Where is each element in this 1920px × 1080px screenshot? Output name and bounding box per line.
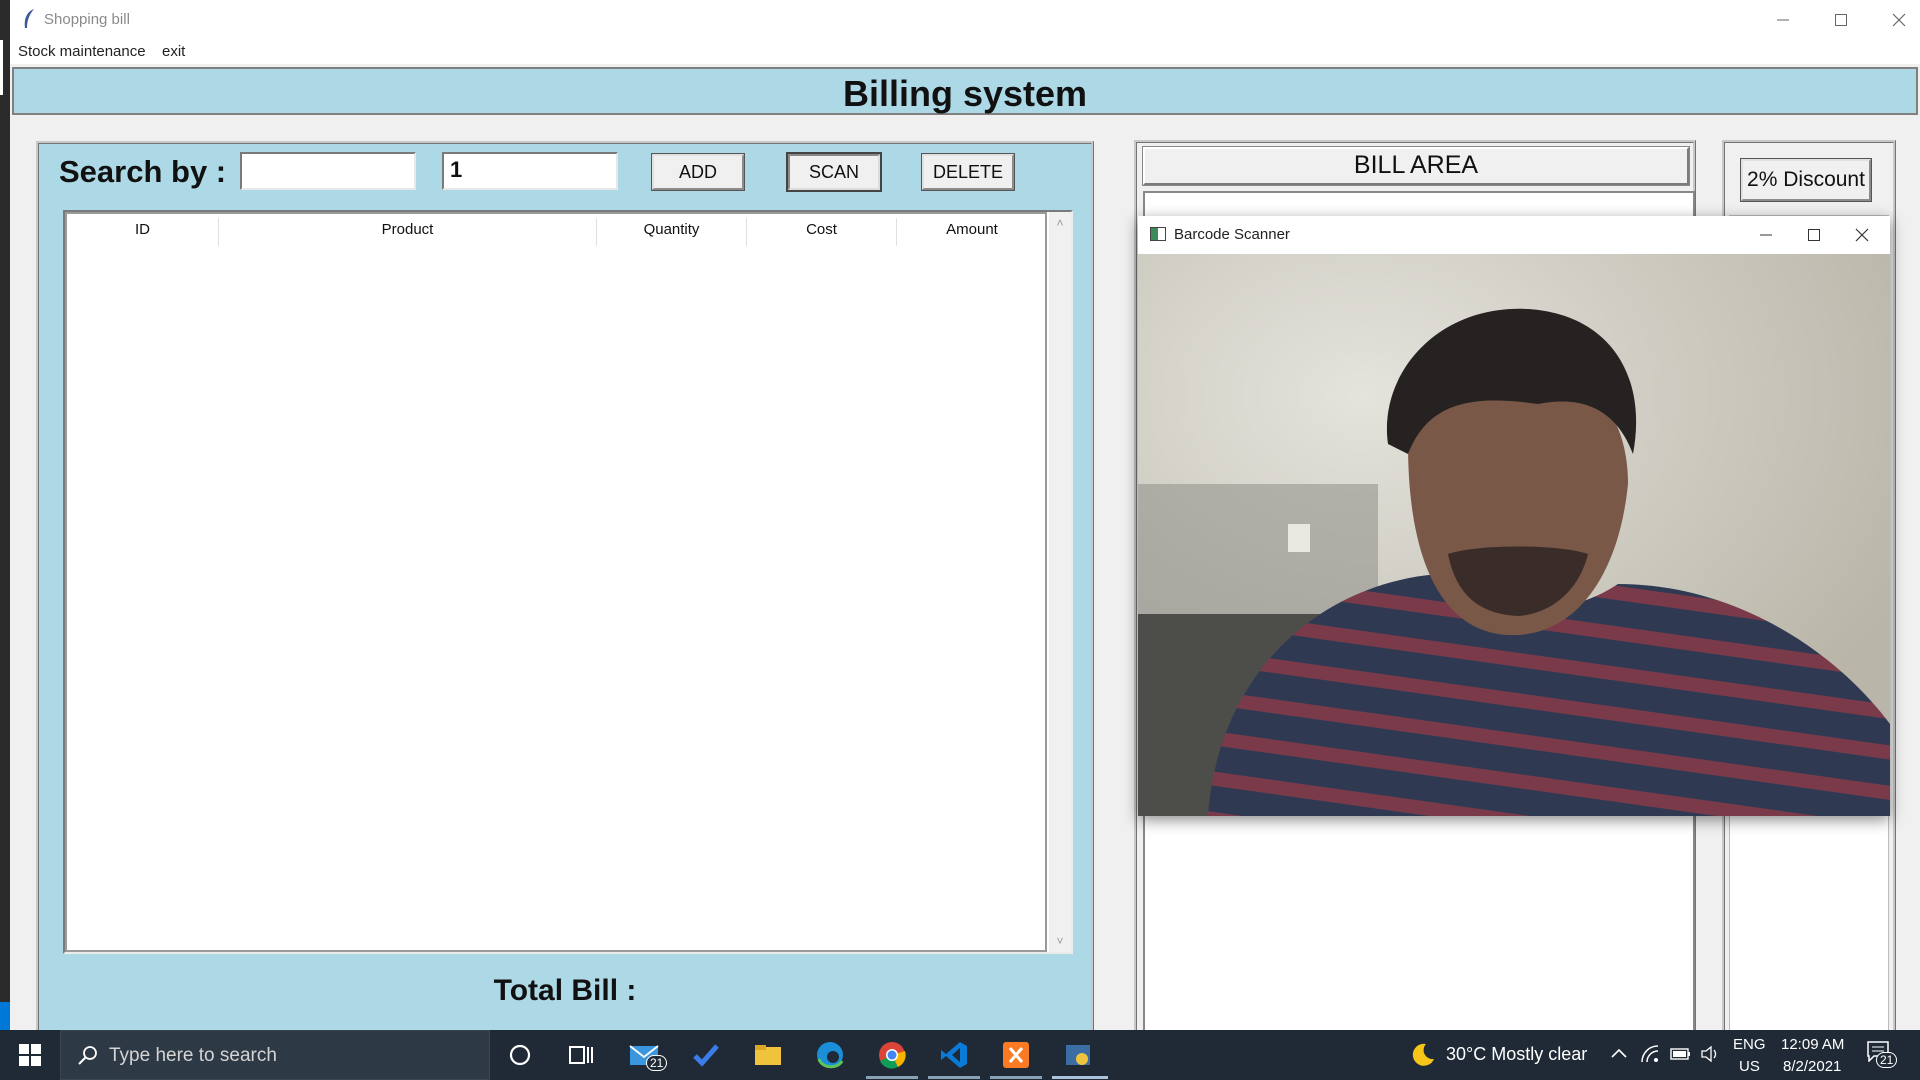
chrome-icon[interactable]: [876, 1039, 908, 1071]
column-header-amount[interactable]: Amount: [897, 218, 1047, 246]
scanner-title-bar[interactable]: Barcode Scanner: [1138, 216, 1890, 254]
task-view-icon[interactable]: [564, 1039, 596, 1071]
taskbar-search[interactable]: Type here to search: [60, 1030, 490, 1080]
scanner-close-button[interactable]: [1838, 216, 1886, 254]
barcode-scanner-window[interactable]: Barcode Scanner: [1138, 216, 1890, 816]
vertical-scrollbar[interactable]: ˄ ˅: [1049, 212, 1071, 952]
close-icon: [1855, 228, 1869, 242]
minimize-icon: [1777, 19, 1789, 21]
scanner-maximize-button[interactable]: [1790, 216, 1838, 254]
menu-exit[interactable]: exit: [162, 43, 185, 60]
taskbar: Type here to search 21 30°C Mostly clear…: [0, 1030, 1920, 1080]
product-panel: Search by : 1 ADD SCAN DELETE ID Product…: [36, 141, 1094, 1036]
main-title-bar[interactable]: Shopping bill: [10, 0, 1920, 40]
search-input[interactable]: [240, 152, 416, 190]
bill-area-label: BILL AREA: [1143, 147, 1689, 185]
language-region[interactable]: US: [1739, 1058, 1760, 1075]
column-header-id[interactable]: ID: [67, 218, 219, 246]
product-table[interactable]: ID Product Quantity Cost Amount ˄ ˅: [63, 210, 1073, 954]
maximize-icon: [1835, 14, 1847, 26]
network-icon[interactable]: [1640, 1044, 1660, 1064]
page-title: Billing system: [842, 73, 1088, 114]
header-banner: Billing system: [12, 67, 1918, 115]
mail-badge: 21: [646, 1055, 668, 1071]
column-header-quantity[interactable]: Quantity: [597, 218, 747, 246]
scanner-app-icon: [1150, 227, 1166, 241]
minimize-button[interactable]: [1754, 0, 1812, 40]
minimize-icon: [1760, 234, 1772, 236]
notification-center-button[interactable]: 21: [1866, 1040, 1898, 1070]
volume-icon[interactable]: [1700, 1044, 1722, 1064]
close-icon: [1892, 13, 1906, 27]
search-label: Search by :: [59, 154, 227, 189]
close-button[interactable]: [1870, 0, 1920, 40]
table-body[interactable]: ID Product Quantity Cost Amount: [65, 212, 1047, 952]
file-explorer-icon[interactable]: [752, 1039, 784, 1071]
camera-feed-image: [1138, 254, 1890, 816]
edge-icon[interactable]: [814, 1039, 846, 1071]
weather-text[interactable]: 30°C Mostly clear: [1446, 1044, 1587, 1065]
total-bill-label: Total Bill :: [493, 974, 637, 1007]
vscode-icon[interactable]: [938, 1039, 970, 1071]
scan-button[interactable]: SCAN: [788, 154, 880, 190]
windows-icon: [19, 1044, 41, 1066]
camera-feed: [1138, 254, 1890, 816]
scroll-down-icon[interactable]: ˅: [1049, 934, 1071, 948]
scanner-title: Barcode Scanner: [1174, 226, 1290, 243]
column-header-product[interactable]: Product: [219, 218, 597, 246]
menu-bar: Stock maintenance exit: [10, 40, 1920, 64]
clock-time[interactable]: 12:09 AM: [1781, 1036, 1844, 1053]
search-icon: [78, 1046, 97, 1065]
python-icon[interactable]: [1062, 1039, 1094, 1071]
language-code[interactable]: ENG: [1733, 1036, 1766, 1053]
scroll-up-icon[interactable]: ˄: [1049, 216, 1071, 230]
add-button[interactable]: ADD: [652, 154, 744, 190]
scanner-minimize-button[interactable]: [1742, 216, 1790, 254]
menu-stock-maintenance[interactable]: Stock maintenance: [18, 43, 146, 60]
delete-button[interactable]: DELETE: [922, 154, 1014, 190]
todo-icon[interactable]: [690, 1039, 722, 1071]
battery-icon[interactable]: [1670, 1046, 1692, 1062]
maximize-button[interactable]: [1812, 0, 1870, 40]
start-button[interactable]: [0, 1030, 60, 1080]
desktop-edge: [0, 0, 10, 1030]
xampp-icon[interactable]: [1000, 1039, 1032, 1071]
search-placeholder: Type here to search: [109, 1045, 277, 1066]
feather-icon: [24, 9, 34, 28]
discount-button[interactable]: 2% Discount: [1741, 159, 1871, 201]
maximize-icon: [1808, 229, 1820, 241]
window-title: Shopping bill: [44, 11, 130, 28]
column-header-cost[interactable]: Cost: [747, 218, 897, 246]
weather-moon-icon[interactable]: [1408, 1041, 1436, 1069]
clock-date[interactable]: 8/2/2021: [1783, 1058, 1841, 1075]
notification-badge: 21: [1876, 1052, 1898, 1068]
chevron-up-icon[interactable]: [1610, 1046, 1628, 1060]
quantity-input[interactable]: 1: [442, 152, 618, 190]
cortana-icon[interactable]: [504, 1039, 536, 1071]
mail-app-icon[interactable]: 21: [628, 1039, 668, 1071]
